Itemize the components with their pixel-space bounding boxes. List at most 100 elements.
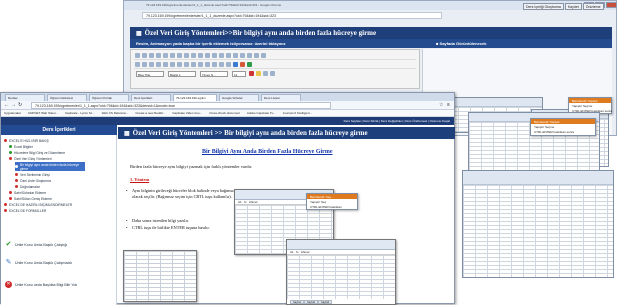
- unlink-icon[interactable]: [254, 53, 259, 58]
- text-color-icon[interactable]: [249, 71, 254, 76]
- excel-screenshot-large: [462, 170, 614, 278]
- strike-icon[interactable]: [156, 62, 161, 67]
- bookmark[interactable]: Adobe Captivate Tu...: [247, 111, 276, 115]
- sidebar-item[interactable]: Doğrulamalar: [15, 184, 40, 189]
- excel-ribbon: [463, 171, 613, 185]
- forward-icon[interactable]: →: [11, 102, 16, 108]
- copy-icon[interactable]: [170, 53, 175, 58]
- front-browser-window: Dersler Öğrenci Aktivitesi Öğrenci Porta…: [0, 92, 455, 305]
- preview-button[interactable]: Önizleme: [582, 3, 604, 10]
- sidebar-item-selected[interactable]: Bir bilgiyi aynı anda birden fazla hücre…: [15, 162, 85, 171]
- sidebar-item[interactable]: EXCEL'DE HAZIRLI BİÇİMLENDİRMELER: [4, 202, 72, 207]
- source-icon[interactable]: [135, 53, 140, 58]
- bookmark[interactable]: Web CS Referans...: [102, 111, 129, 115]
- sheet-tab[interactable]: Sayfa1: [290, 300, 305, 304]
- sidebar-item[interactable]: EXCEL'E HIZLI BİR BAKIŞ: [4, 138, 49, 143]
- bookmark[interactable]: Cross-check document: [209, 111, 240, 115]
- bullet-icon: [4, 139, 7, 142]
- close-button[interactable]: [606, 2, 617, 8]
- status-in-progress: ✎ Ünite Konu Ueda Başlık Çalışmadık: [5, 259, 73, 266]
- cut-icon[interactable]: [163, 53, 168, 58]
- bookmark[interactable]: Captivate - Lyrics Sc...: [65, 111, 95, 115]
- sidebar-item[interactable]: Excel Bilgiler: [9, 144, 33, 149]
- sidebar-item[interactable]: Satır/Sütun Geniş Ekleme: [9, 196, 52, 201]
- help-icon[interactable]: [270, 71, 275, 76]
- sidebar-item[interactable]: Özel Veri Giriş Yöntemleri: [9, 156, 52, 161]
- back-icon[interactable]: ←: [4, 102, 9, 108]
- bullet-text: Aynı bilginin girileceği hücreler blok h…: [126, 188, 242, 200]
- maximize-editor-icon[interactable]: [263, 71, 268, 76]
- find-icon[interactable]: [205, 53, 210, 58]
- bookmark[interactable]: Create a new Reddit...: [135, 111, 165, 115]
- link-icon[interactable]: [247, 53, 252, 58]
- special-char-icon[interactable]: [240, 62, 245, 67]
- menu-item[interactable]: CTRL ENTER bastıktan: [307, 204, 357, 209]
- create-content-button[interactable]: Ders İçeriği Oluşturma: [523, 3, 564, 10]
- sidebar-item[interactable]: Satır/Sütunlar Ekleme: [9, 190, 46, 195]
- justify-icon[interactable]: [226, 62, 231, 67]
- font-dropdown[interactable]: Times N...: [200, 71, 228, 77]
- indent-icon[interactable]: [198, 62, 203, 67]
- bg-color-icon[interactable]: [256, 71, 261, 76]
- save-icon[interactable]: [142, 53, 147, 58]
- bookmark[interactable]: Captivate Video Cou...: [172, 111, 202, 115]
- redo-icon[interactable]: [198, 53, 203, 58]
- style-dropdown[interactable]: Blue Title: [136, 71, 164, 77]
- address-bar[interactable]: 79.123.169.199/ogretmenlerdersler/1_1_1_…: [142, 12, 442, 19]
- lesson-intro: Birden fazla hücreye aynı bilgiyi yazmak…: [130, 164, 253, 169]
- page-break-icon[interactable]: [247, 62, 252, 67]
- sidebar-item[interactable]: Özel Liste Oluşturma: [15, 178, 51, 183]
- excel-ribbon: [287, 240, 395, 250]
- bookmark[interactable]: ASP.NET Web Sitesi...: [28, 111, 58, 115]
- bookmark[interactable]: Uygulamalar: [4, 111, 21, 115]
- bold-icon[interactable]: [135, 62, 140, 67]
- sidebar-item[interactable]: EXCEL'DE FORMÜLLER: [4, 208, 46, 213]
- print-icon[interactable]: [184, 53, 189, 58]
- align-center-icon[interactable]: [212, 62, 217, 67]
- reload-icon[interactable]: ↻: [18, 102, 22, 108]
- bullet-list-icon[interactable]: [184, 62, 189, 67]
- italic-icon[interactable]: [142, 62, 147, 67]
- flash-icon[interactable]: [240, 53, 245, 58]
- address-bar[interactable]: 79.123.169.199/ogretmenler/1_1_1.aspx?ui…: [31, 102, 331, 109]
- sidebar-item[interactable]: Hücrelere Bilgi Giriş ve Düzenleme: [9, 150, 65, 155]
- tab[interactable]: Ders İçerikleri: [131, 94, 171, 101]
- ordered-list-icon[interactable]: [177, 62, 182, 67]
- size-dropdown[interactable]: 12: [232, 71, 246, 77]
- sheet-tab[interactable]: Sayfa2: [304, 300, 319, 304]
- tab[interactable]: Dersler: [5, 94, 45, 101]
- tab[interactable]: Öğrenci Aktivitesi: [47, 94, 87, 101]
- tab[interactable]: Google Scholar: [219, 94, 259, 101]
- tab[interactable]: Ders Listesi: [261, 94, 301, 101]
- subscript-icon[interactable]: [163, 62, 168, 67]
- undo-icon[interactable]: [191, 53, 196, 58]
- bookmark[interactable]: Journal of Intelligent...: [283, 111, 312, 115]
- menu-icon[interactable]: ≡: [447, 102, 450, 108]
- anchor-icon[interactable]: [261, 53, 266, 58]
- bullet-icon: [9, 157, 12, 160]
- tab[interactable]: Öğrenci Portalı: [89, 94, 129, 101]
- underline-icon[interactable]: [149, 62, 154, 67]
- sidebar-item[interactable]: Veri Serilerinin Girişi: [15, 172, 50, 177]
- superscript-icon[interactable]: [170, 62, 175, 67]
- format-dropdown[interactable]: Başlık 1: [168, 71, 196, 77]
- save-button[interactable]: Kaydet: [564, 3, 582, 10]
- star-icon[interactable]: ☆: [439, 102, 443, 108]
- menu-item[interactable]: CTRL ENTER bastıktan sonra: [531, 129, 595, 134]
- align-left-icon[interactable]: [205, 62, 210, 67]
- outdent-icon[interactable]: [191, 62, 196, 67]
- new-page-icon[interactable]: [149, 53, 154, 58]
- align-right-icon[interactable]: [219, 62, 224, 67]
- tab-active[interactable]: 79.123.169.199 egitim: [173, 94, 217, 101]
- image-icon[interactable]: [233, 53, 238, 58]
- select-all-icon[interactable]: [219, 53, 224, 58]
- bullet-icon: [15, 179, 18, 182]
- paste-icon[interactable]: [177, 53, 182, 58]
- replace-icon[interactable]: [212, 53, 217, 58]
- sheet-tab[interactable]: Sayfa3: [318, 300, 333, 304]
- smiley-icon[interactable]: [233, 62, 238, 67]
- site-banner[interactable]: Ders Sayfası | Ders Sıfırla | Ders Değiş…: [1, 117, 454, 125]
- context-menu-right: Biçimlendir Yapıştır Yapıştır Seçme CTRL…: [530, 118, 596, 136]
- table-icon[interactable]: [226, 53, 231, 58]
- preview-icon[interactable]: [156, 53, 161, 58]
